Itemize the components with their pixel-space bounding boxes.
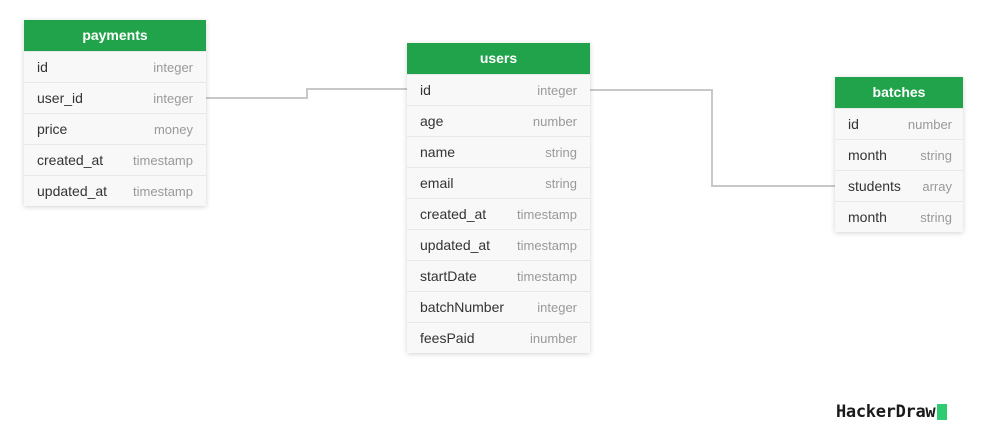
relation-users-batches[interactable] <box>590 89 835 187</box>
column-name: month <box>848 146 887 163</box>
column-type: integer <box>153 90 193 106</box>
table-row[interactable]: age number <box>407 105 590 136</box>
table-row[interactable]: students array <box>835 170 963 201</box>
table-row[interactable]: month string <box>835 139 963 170</box>
column-name: age <box>420 112 444 129</box>
table-row[interactable]: startDate timestamp <box>407 260 590 291</box>
column-type: integer <box>153 59 193 75</box>
column-type: inumber <box>530 330 577 346</box>
column-type: string <box>545 175 577 191</box>
column-name: id <box>420 81 431 98</box>
table-row[interactable]: id integer <box>407 74 590 105</box>
table-title[interactable]: batches <box>835 77 963 108</box>
column-type: array <box>922 178 952 194</box>
column-type: string <box>545 144 577 160</box>
column-type: timestamp <box>517 268 577 284</box>
column-type: string <box>920 147 952 163</box>
column-name: batchNumber <box>420 298 505 315</box>
table-row[interactable]: created_at timestamp <box>407 198 590 229</box>
table-row[interactable]: user_id integer <box>24 82 206 113</box>
table-row[interactable]: updated_at timestamp <box>24 175 206 206</box>
table-title[interactable]: payments <box>24 20 206 51</box>
table-batches[interactable]: batches id number month string students … <box>835 77 963 232</box>
column-type: timestamp <box>133 183 193 199</box>
table-users[interactable]: users id integer age number name string … <box>407 43 590 353</box>
table-row[interactable]: email string <box>407 167 590 198</box>
column-name: updated_at <box>420 236 491 253</box>
column-name: created_at <box>420 205 487 222</box>
table-title[interactable]: users <box>407 43 590 74</box>
table-row[interactable]: updated_at timestamp <box>407 229 590 260</box>
column-name: feesPaid <box>420 329 475 346</box>
brand-logo: HackerDraw <box>836 402 948 422</box>
table-row[interactable]: price money <box>24 113 206 144</box>
table-payments[interactable]: payments id integer user_id integer pric… <box>24 20 206 206</box>
column-type: timestamp <box>517 237 577 253</box>
column-name: price <box>37 120 68 137</box>
column-type: string <box>920 209 952 225</box>
column-name: name <box>420 143 456 160</box>
table-row[interactable]: name string <box>407 136 590 167</box>
column-name: month <box>848 208 887 225</box>
column-type: number <box>532 113 577 129</box>
table-row[interactable]: month string <box>835 201 963 232</box>
column-type: money <box>153 121 193 137</box>
column-name: email <box>420 174 454 191</box>
cursor-block-icon <box>937 404 948 420</box>
brand-name: HackerDraw <box>836 402 936 422</box>
column-name: user_id <box>37 89 83 106</box>
table-row[interactable]: id integer <box>24 51 206 82</box>
column-name: created_at <box>37 151 104 168</box>
column-name: id <box>37 58 48 75</box>
column-name: startDate <box>420 267 477 284</box>
column-type: number <box>907 116 952 132</box>
table-row[interactable]: id number <box>835 108 963 139</box>
column-name: students <box>848 177 901 194</box>
column-type: integer <box>537 82 577 98</box>
column-type: integer <box>537 299 577 315</box>
relation-payments-users[interactable] <box>206 88 407 99</box>
table-row[interactable]: feesPaid inumber <box>407 322 590 353</box>
table-row[interactable]: created_at timestamp <box>24 144 206 175</box>
table-row[interactable]: batchNumber integer <box>407 291 590 322</box>
column-name: id <box>848 115 859 132</box>
column-type: timestamp <box>133 152 193 168</box>
diagram-canvas[interactable]: payments id integer user_id integer pric… <box>0 0 987 431</box>
column-type: timestamp <box>517 206 577 222</box>
column-name: updated_at <box>37 182 108 199</box>
